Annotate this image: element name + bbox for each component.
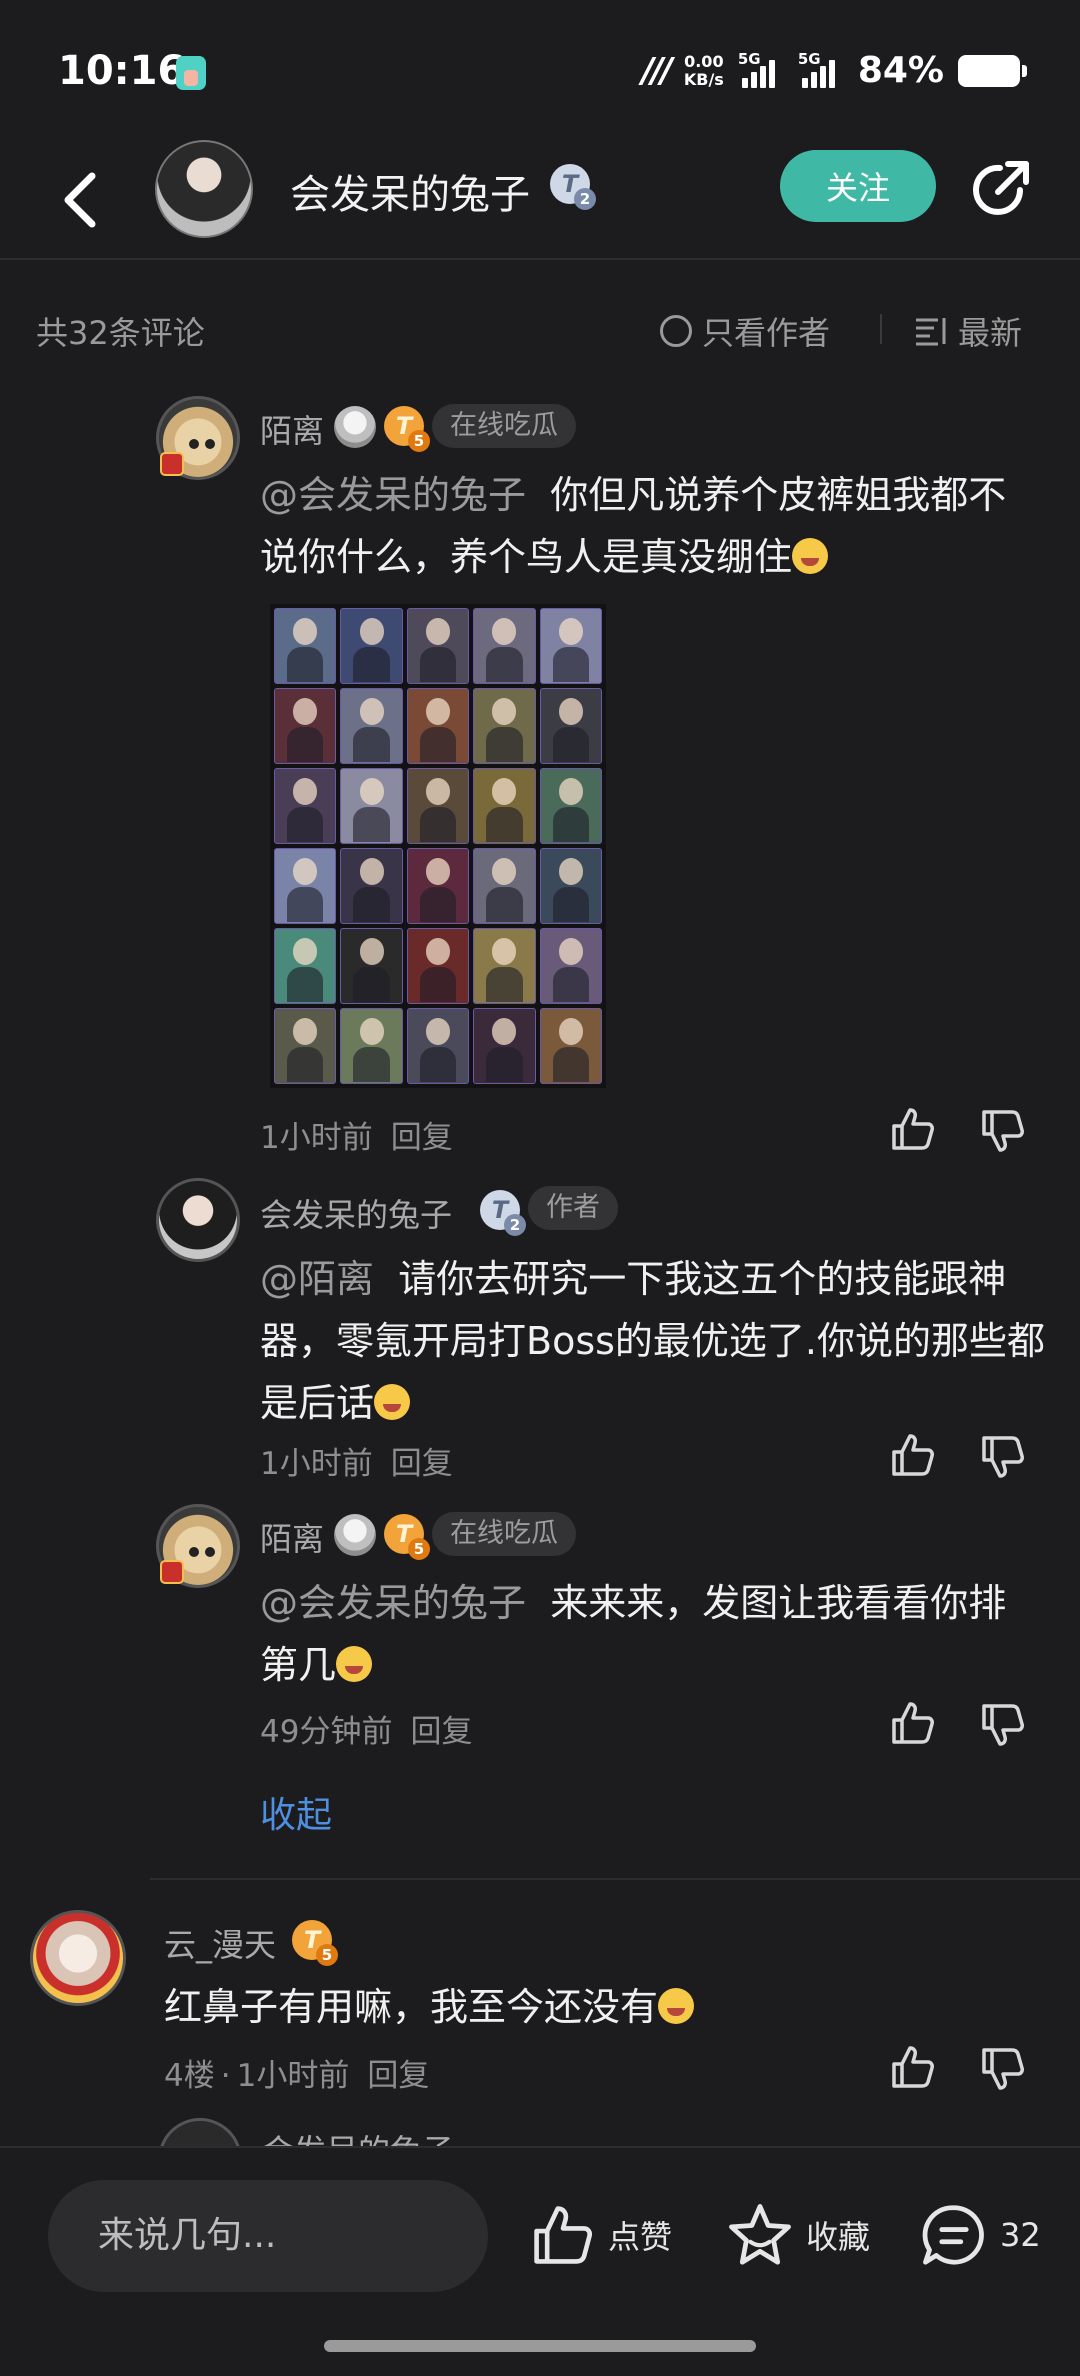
comment-button[interactable]: 32 — [920, 2190, 1041, 2280]
author-tag: 作者 — [528, 1186, 618, 1230]
mini-avatar-icon — [334, 1514, 376, 1556]
level-badge: T5 — [384, 1514, 430, 1560]
status-bar: 10:16 /// 0.00 KB/s 5G 5G 84% — [0, 0, 1080, 140]
like-button[interactable]: 点赞 — [530, 2190, 672, 2280]
timestamp: 1小时前 — [260, 1446, 373, 1482]
reply-author-name[interactable]: 会发呆的兔子 — [262, 2126, 454, 2146]
grinning-emoji-icon — [792, 538, 829, 574]
reply-link[interactable]: 回复 — [391, 1120, 453, 1156]
mention[interactable]: @会发呆的兔子 — [260, 473, 526, 517]
timestamp: 1小时前 — [236, 2058, 350, 2094]
favorite-button[interactable]: 收藏 — [726, 2190, 870, 2280]
timestamp: 49分钟前 — [260, 1714, 393, 1750]
notification-app-icon — [176, 56, 206, 90]
battery-icon — [958, 54, 1027, 87]
avatar[interactable] — [30, 1910, 126, 2006]
comment-author-name[interactable]: 云_漫天 — [164, 1920, 276, 1966]
avatar[interactable] — [158, 2118, 242, 2146]
status-indicators: /// 0.00 KB/s 5G 5G 84% — [641, 50, 1027, 91]
comment-input[interactable]: 来说几句... — [48, 2180, 488, 2292]
floor-number: 4楼 — [164, 2058, 215, 2094]
comment-filter-bar: 共32条评论 只看作者 最新 — [0, 290, 1080, 370]
reply-text: @陌离 请你去研究一下我这五个的技能跟神器，零氪开局打Boss的最优选了.你说的… — [260, 1257, 1045, 1425]
thumbs-down-icon[interactable] — [978, 1106, 1028, 1156]
thumbs-down-icon[interactable] — [978, 2044, 1028, 2094]
comment-count: 共32条评论 — [36, 314, 205, 352]
divider — [150, 1878, 1080, 1880]
follow-button[interactable]: 关注 — [780, 150, 936, 222]
avatar[interactable] — [156, 1178, 240, 1262]
user-tag: 在线吃瓜 — [432, 404, 576, 448]
thumbs-up-icon[interactable] — [888, 1104, 938, 1154]
signal-icon: 5G — [738, 50, 784, 88]
thumbs-up-icon[interactable] — [888, 2042, 938, 2092]
comment-count-label: 32 — [1000, 2216, 1041, 2254]
smiling-emoji-icon — [374, 1384, 411, 1420]
reply-author-name[interactable]: 会发呆的兔子 — [260, 1190, 452, 1236]
author-name[interactable]: 会发呆的兔子 — [290, 162, 530, 220]
chevron-left-icon — [64, 172, 96, 228]
post-header: 会发呆的兔子 T2 关注 — [0, 140, 1080, 260]
comment-image[interactable] — [270, 604, 606, 1088]
thumbs-up-icon[interactable] — [888, 1698, 938, 1748]
level-badge: T2 — [480, 1190, 526, 1236]
hd-voice-icon: /// — [641, 50, 673, 91]
sort-button[interactable]: 最新 — [914, 308, 1022, 354]
comment-text: 红鼻子有用嘛，我至今还没有 — [164, 1976, 1044, 2038]
reply-meta: 49分钟前 回复 — [260, 1706, 472, 1751]
timestamp: 1小时前 — [260, 1120, 373, 1156]
collapse-replies-link[interactable]: 收起 — [260, 1786, 332, 1838]
thumbs-up-icon[interactable] — [888, 1430, 938, 1480]
thumbs-down-icon[interactable] — [978, 1432, 1028, 1482]
sunglasses-emoji-icon — [658, 1988, 695, 2024]
reply-meta: 1小时前 回复 — [260, 1112, 453, 1157]
reply-meta: 1小时前 回复 — [260, 1438, 453, 1483]
signal-icon-2: 5G — [798, 50, 844, 88]
share-button[interactable] — [968, 156, 1034, 222]
level-badge: T5 — [384, 406, 430, 452]
comment-meta: 4楼 · 1小时前 回复 — [164, 2058, 430, 2094]
reply-link[interactable]: 回复 — [391, 1446, 453, 1482]
back-button[interactable] — [50, 162, 110, 238]
star-icon — [729, 2204, 791, 2265]
level-badge: T2 — [550, 164, 596, 210]
battery-percent: 84% — [857, 50, 944, 91]
share-icon — [973, 161, 1029, 215]
reply-text: @会发呆的兔子 你但凡说养个皮裤姐我都不说你什么，养个鸟人是真没绷住 — [260, 473, 1007, 579]
author-avatar[interactable] — [155, 140, 253, 238]
mention[interactable]: @陌离 — [260, 1257, 374, 1301]
avatar-frame-icon — [160, 452, 184, 476]
thumbs-up-icon — [534, 2206, 593, 2264]
reply-item-partial: 会发呆的兔子 — [150, 2118, 1080, 2146]
author-only-toggle[interactable]: 只看作者 — [660, 308, 830, 354]
thumbs-down-icon[interactable] — [978, 1700, 1028, 1750]
reply-author-name[interactable]: 陌离 — [260, 1514, 324, 1560]
mention[interactable]: @会发呆的兔子 — [260, 1581, 526, 1625]
reply-link[interactable]: 回复 — [410, 1714, 472, 1750]
chat-bubble-icon — [922, 2205, 984, 2265]
user-tag: 在线吃瓜 — [432, 1512, 576, 1556]
reply-link[interactable]: 回复 — [367, 2058, 429, 2094]
network-speed: 0.00 KB/s — [683, 51, 724, 89]
sort-lines-icon — [916, 318, 946, 346]
avatar-frame-icon — [160, 1560, 184, 1584]
radio-icon — [660, 315, 692, 347]
reply-text: @会发呆的兔子 来来来，发图让我看看你排第几 — [260, 1581, 1007, 1687]
status-time: 10:16 — [58, 48, 186, 94]
reply-author-name[interactable]: 陌离 — [260, 406, 324, 452]
home-indicator[interactable] — [324, 2340, 756, 2352]
blushing-emoji-icon — [336, 1646, 373, 1682]
divider — [880, 314, 882, 344]
level-badge: T5 — [292, 1920, 338, 1966]
mini-avatar-icon — [334, 406, 376, 448]
